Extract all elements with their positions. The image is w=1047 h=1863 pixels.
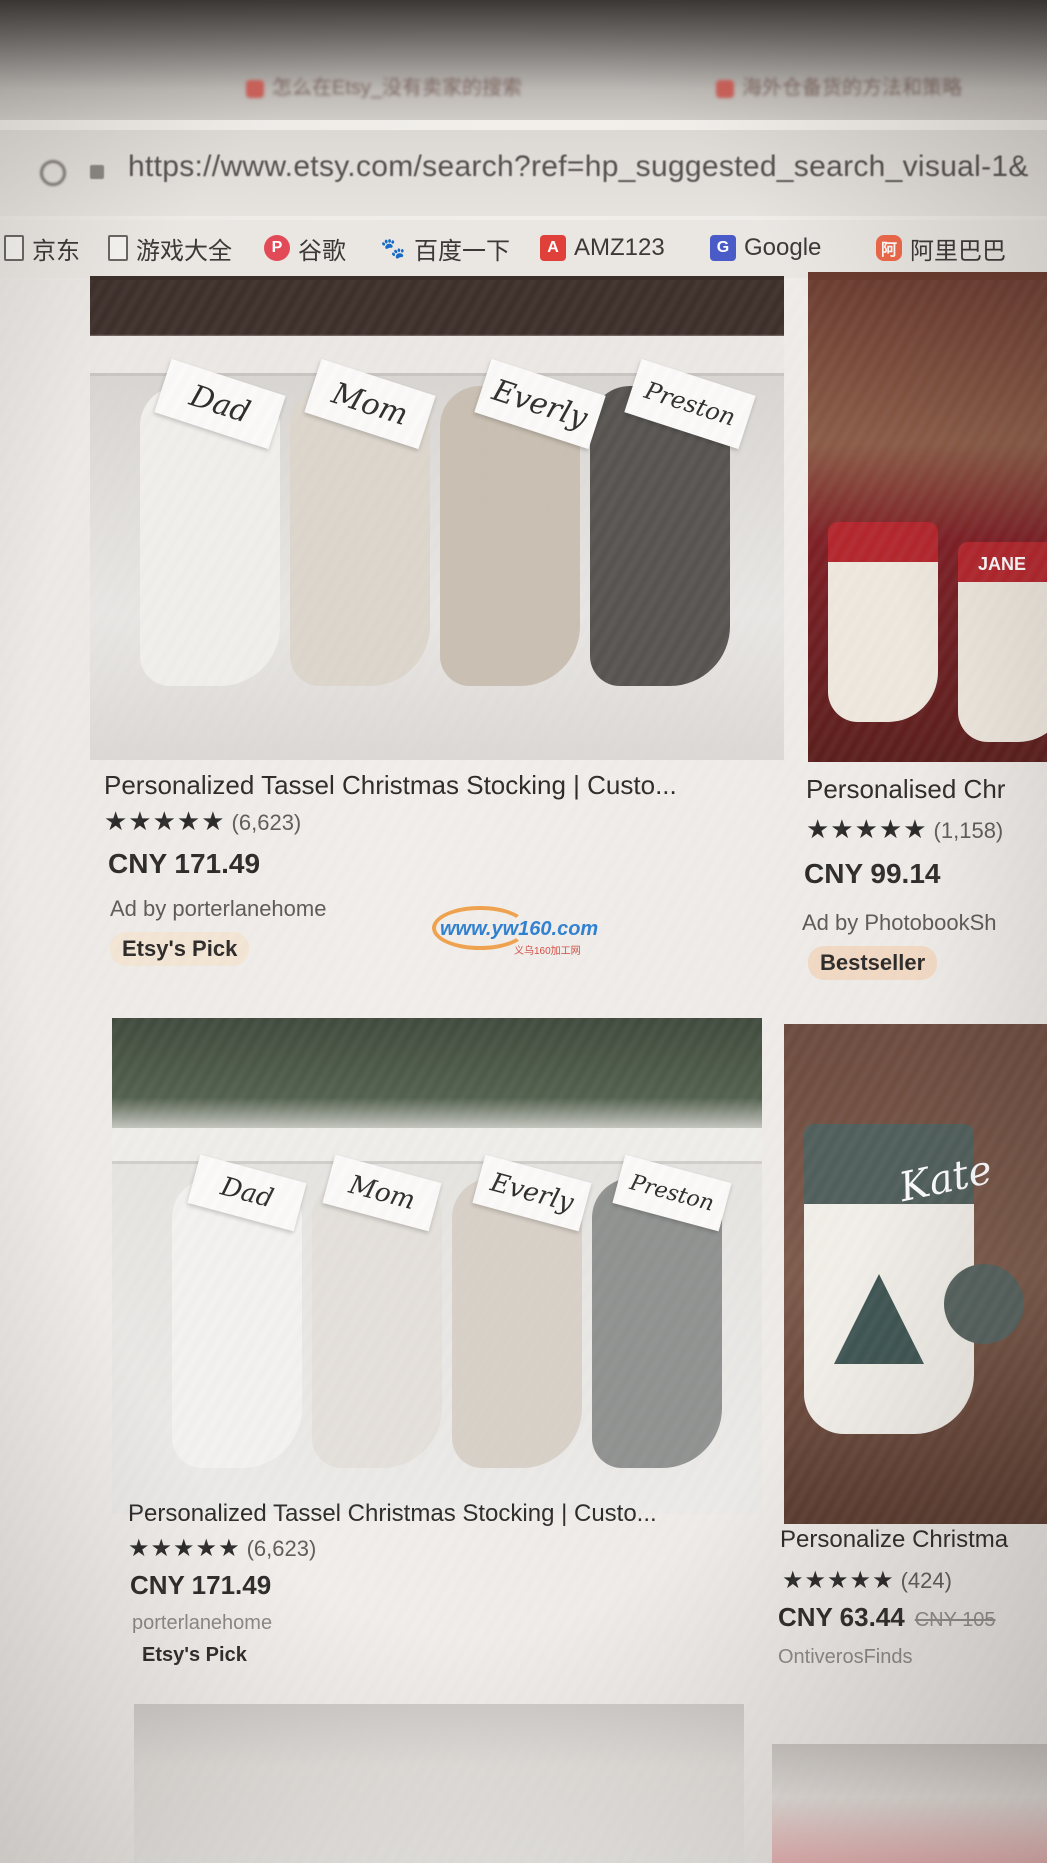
price: CNY 99.14 xyxy=(804,858,941,889)
bookmark-label: 阿里巴巴 xyxy=(910,237,1006,265)
bookmark-baidu[interactable]: 🐾 百度一下 xyxy=(380,230,510,266)
paw-icon: 🐾 xyxy=(380,237,406,260)
listing-image[interactable]: JANE xyxy=(808,272,1047,762)
listing-badge: Etsy's Pick xyxy=(142,1644,247,1666)
star-icon: ★★★★★ xyxy=(782,1567,895,1594)
listing-image[interactable]: Dad Mom Everly Preston xyxy=(90,276,784,760)
review-count: (424) xyxy=(900,1568,952,1593)
page-icon xyxy=(4,235,24,261)
tab-favicon-icon xyxy=(716,79,734,98)
tab-favicon-icon xyxy=(246,79,264,98)
name-tag: JANE xyxy=(978,554,1027,574)
bookmark-jd[interactable]: 京东 xyxy=(4,230,80,266)
reload-icon[interactable] xyxy=(40,160,66,186)
bookmark-label: 游戏大全 xyxy=(136,237,232,265)
listing-badge: Etsy's Pick xyxy=(110,932,250,966)
listing-image[interactable]: Dad Mom Everly Preston xyxy=(112,1018,762,1514)
listing-image[interactable]: Kate xyxy=(784,1024,1047,1524)
price: CNY 63.44 CNY 105 xyxy=(778,1602,996,1633)
stocking xyxy=(828,522,938,722)
listing-image-partial[interactable] xyxy=(772,1744,1047,1863)
review-count: (1,158) xyxy=(933,818,1004,843)
listing-title[interactable]: Personalized Tassel Christmas Stocking |… xyxy=(128,1500,657,1528)
page-icon xyxy=(108,235,128,261)
star-icon: ★★★★★ xyxy=(104,806,226,836)
star-icon: ★★★★★ xyxy=(128,1535,241,1562)
rating: ★★★★★ (6,623) xyxy=(104,806,301,837)
url-text[interactable]: https://www.etsy.com/search?ref=hp_sugge… xyxy=(128,150,1029,184)
rating: ★★★★★ (1,158) xyxy=(806,814,1003,845)
a-icon: A xyxy=(540,235,566,261)
tab-label: 怎么在Etsy_没有卖家的搜索 xyxy=(272,77,523,99)
bookmark-label: Google xyxy=(744,234,822,261)
google-icon: G xyxy=(710,235,736,261)
star-icon: ★★★★★ xyxy=(806,814,928,844)
shop-name[interactable]: porterlanehome xyxy=(132,1612,272,1635)
bookmark-games[interactable]: 游戏大全 xyxy=(108,230,232,266)
watermark-text: www.yw160.com xyxy=(440,918,599,940)
listing-image-partial[interactable] xyxy=(134,1704,744,1863)
browser-tab-strip: 怎么在Etsy_没有卖家的搜索 海外仓备货的方法和策略 xyxy=(0,0,1047,120)
rating: ★★★★★ (424) xyxy=(782,1566,952,1595)
paw-icon xyxy=(944,1264,1024,1344)
bookmark-label: 京东 xyxy=(32,237,80,265)
tab-label: 海外仓备货的方法和策略 xyxy=(742,77,962,99)
bookmark-label: 百度一下 xyxy=(414,237,510,265)
shop-name[interactable]: Ad by PhotobookSh xyxy=(802,910,996,936)
review-count: (6,623) xyxy=(231,810,302,835)
listing-title[interactable]: Personalize Christma xyxy=(780,1526,1008,1554)
price: CNY 171.49 xyxy=(108,848,261,879)
review-count: (6,623) xyxy=(246,1536,317,1561)
bookmark-google[interactable]: G Google xyxy=(710,230,821,266)
bookmark-amz123[interactable]: A AMZ123 xyxy=(540,230,665,266)
watermark-logo: www.yw160.com 义乌160加工网 xyxy=(432,900,612,962)
listing-title[interactable]: Personalised Chr xyxy=(806,774,1005,805)
lock-icon[interactable] xyxy=(90,165,104,179)
browser-tab[interactable]: 海外仓备货的方法和策略 xyxy=(700,66,978,110)
shop-name[interactable]: OntiverosFinds xyxy=(778,1646,913,1669)
bookmark-google-cn[interactable]: P 谷歌 xyxy=(264,230,346,266)
tree-icon xyxy=(834,1274,924,1364)
p-icon: P xyxy=(264,235,290,261)
listing-badge: Bestseller xyxy=(808,946,938,980)
browser-tab[interactable]: 怎么在Etsy_没有卖家的搜索 xyxy=(230,66,538,110)
bookmark-label: 谷歌 xyxy=(298,237,346,265)
sale-price: CNY 63.44 xyxy=(778,1602,905,1632)
price: CNY 171.49 xyxy=(130,1570,272,1600)
photographed-screen: 怎么在Etsy_没有卖家的搜索 海外仓备货的方法和策略 https://www.… xyxy=(0,0,1047,1863)
listing-title[interactable]: Personalized Tassel Christmas Stocking |… xyxy=(104,770,677,801)
rating: ★★★★★ (6,623) xyxy=(128,1534,316,1563)
shop-name[interactable]: Ad by porterlanehome xyxy=(110,896,326,922)
bookmark-label: AMZ123 xyxy=(574,234,665,261)
bookmark-alibaba[interactable]: 阿 阿里巴巴 xyxy=(876,230,1006,266)
alibaba-icon: 阿 xyxy=(876,235,902,261)
watermark-subtext: 义乌160加工网 xyxy=(514,946,581,957)
original-price: CNY 105 xyxy=(914,1609,996,1631)
